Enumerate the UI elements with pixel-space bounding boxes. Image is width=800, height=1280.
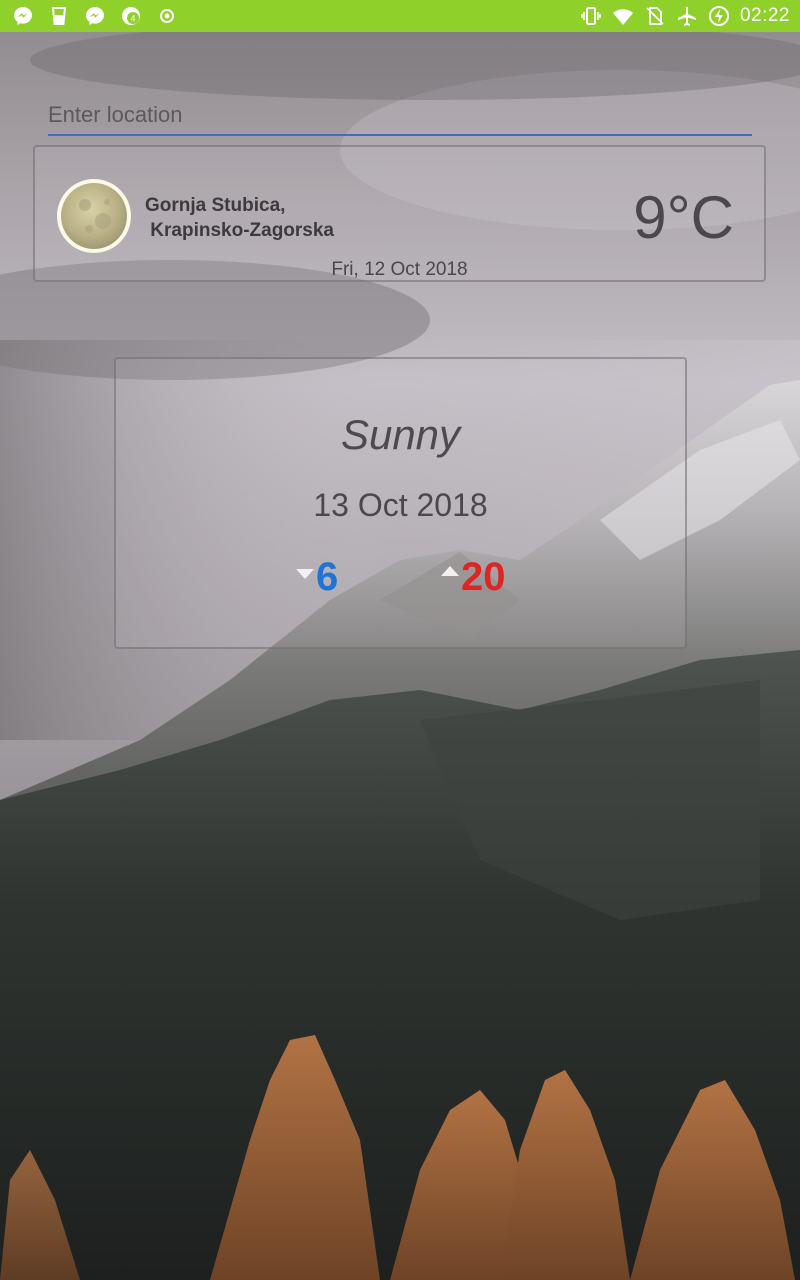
weather-screen: 4 02:22 Enter location Gornja Stubica, K… [0, 0, 800, 1280]
min-temperature-value: 6 [316, 555, 339, 599]
forecast-card[interactable]: Sunny 13 Oct 2018 6 20 [114, 357, 687, 649]
location-input[interactable] [48, 96, 752, 136]
moon-icon [57, 179, 131, 253]
current-weather-card[interactable]: Gornja Stubica, Krapinsko-Zagorska 9°C F… [33, 145, 766, 282]
notification-count-icon: 4 [120, 5, 142, 27]
max-temperature: 20 [441, 555, 506, 600]
messenger-icon [12, 5, 34, 27]
status-time: 02:22 [739, 5, 790, 26]
forecast-condition: Sunny [340, 411, 461, 458]
battery-charging-icon [708, 5, 730, 27]
location-input-container [48, 96, 752, 136]
min-temperature: 6 [296, 555, 338, 600]
status-bar: 4 02:22 [0, 0, 800, 32]
vibrate-icon [580, 5, 602, 27]
messenger-icon [84, 5, 106, 27]
airplane-icon [676, 5, 698, 27]
arrow-down-icon [296, 568, 314, 579]
location-name: Gornja Stubica, Krapinsko-Zagorska [145, 195, 334, 241]
status-left: 4 [12, 0, 178, 32]
status-right: 02:22 [580, 0, 790, 32]
max-temperature-value: 20 [461, 555, 506, 599]
notification-count: 4 [130, 14, 135, 24]
no-sim-icon [644, 5, 666, 27]
wifi-icon [612, 5, 634, 27]
current-date: Fri, 12 Oct 2018 [331, 259, 468, 280]
target-icon [156, 5, 178, 27]
forecast-date: 13 Oct 2018 [313, 487, 488, 523]
arrow-up-icon [441, 565, 459, 576]
glass-icon [48, 5, 70, 27]
current-temperature: 9°C [633, 184, 734, 251]
